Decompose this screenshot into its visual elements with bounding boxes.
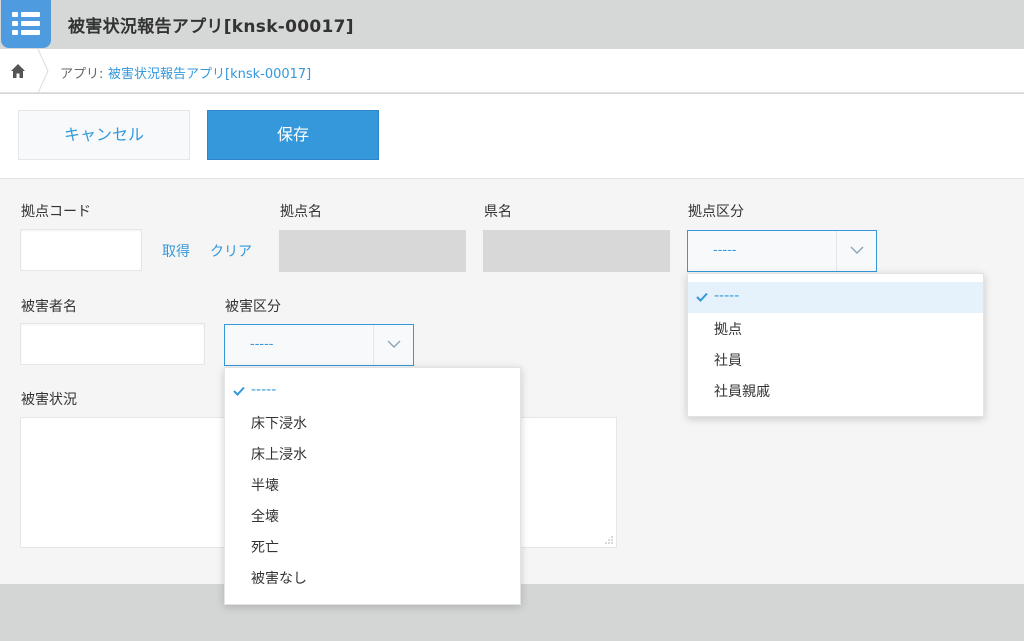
dropdown-option-label: 全壊 (251, 509, 279, 525)
victim-name-input[interactable] (20, 323, 205, 365)
toolbar: キャンセル 保存 (0, 94, 1024, 179)
damage-status-label: 被害状況 (21, 392, 77, 408)
app-title: 被害状況報告アプリ[knsk-00017] (68, 17, 354, 37)
dropdown-option-label: 社員 (714, 353, 742, 369)
dropdown-option-label: 半壊 (251, 478, 279, 494)
base-category-value: ----- (713, 243, 737, 258)
dropdown-option-label: ----- (714, 288, 740, 304)
dropdown-option[interactable]: 全壊 (225, 500, 520, 531)
base-category-label: 拠点区分 (688, 204, 744, 220)
breadcrumb-prefix: アプリ: (60, 67, 104, 82)
breadcrumb-app-link[interactable]: 被害状況報告アプリ[knsk-00017] (108, 63, 311, 82)
dropdown-option[interactable]: 床下浸水 (225, 407, 520, 438)
cancel-button[interactable]: キャンセル (18, 110, 190, 160)
base-code-label: 拠点コード (21, 204, 91, 220)
prefecture-field (483, 230, 670, 272)
dropdown-option-label: 社員親戚 (714, 384, 770, 400)
list-icon[interactable] (1, 0, 51, 48)
dropdown-option[interactable]: 社員 (688, 344, 983, 375)
damage-category-select[interactable]: ----- (224, 324, 414, 366)
dropdown-option[interactable]: ----- (225, 376, 520, 407)
victim-name-label: 被害者名 (21, 299, 77, 315)
damage-category-dropdown: ----- 床下浸水 床上浸水 半壊 全壊 死亡 被害なし (224, 367, 521, 605)
dropdown-option-label: ----- (251, 382, 277, 398)
home-icon[interactable] (10, 63, 26, 79)
damage-category-label: 被害区分 (225, 299, 281, 315)
base-category-select[interactable]: ----- (687, 230, 877, 272)
check-icon (696, 292, 708, 302)
damage-category-chevron-box (373, 325, 413, 365)
chevron-down-icon (850, 246, 864, 254)
save-button[interactable]: 保存 (207, 110, 379, 160)
dropdown-option-label: 被害なし (251, 571, 307, 587)
dropdown-option[interactable]: 被害なし (225, 562, 520, 593)
resize-handle-icon[interactable] (604, 535, 614, 545)
dropdown-option[interactable]: 死亡 (225, 531, 520, 562)
check-icon (233, 386, 245, 396)
base-name-label: 拠点名 (280, 204, 322, 220)
dropdown-option[interactable]: 半壊 (225, 469, 520, 500)
dropdown-option[interactable]: 拠点 (688, 313, 983, 344)
clear-link[interactable]: クリア (210, 241, 252, 261)
breadcrumb-separator (37, 49, 49, 93)
base-name-field (279, 230, 466, 272)
chevron-down-icon (387, 340, 401, 348)
dropdown-option-label: 床下浸水 (251, 416, 307, 432)
base-code-input[interactable] (20, 229, 142, 271)
dropdown-option-label: 床上浸水 (251, 447, 307, 463)
dropdown-option[interactable]: 床上浸水 (225, 438, 520, 469)
dropdown-option[interactable]: 社員親戚 (688, 375, 983, 406)
damage-category-value: ----- (250, 337, 274, 352)
app-header: 被害状況報告アプリ[knsk-00017] (0, 0, 1024, 49)
base-category-chevron-box (836, 231, 876, 271)
breadcrumb: アプリ: 被害状況報告アプリ[knsk-00017] (0, 49, 1024, 93)
base-category-dropdown: ----- 拠点 社員 社員親戚 (687, 273, 984, 417)
fetch-link[interactable]: 取得 (162, 241, 190, 261)
prefecture-label: 県名 (484, 204, 512, 220)
dropdown-option[interactable]: ----- (688, 282, 983, 313)
dropdown-option-label: 死亡 (251, 540, 279, 556)
dropdown-option-label: 拠点 (714, 322, 742, 338)
